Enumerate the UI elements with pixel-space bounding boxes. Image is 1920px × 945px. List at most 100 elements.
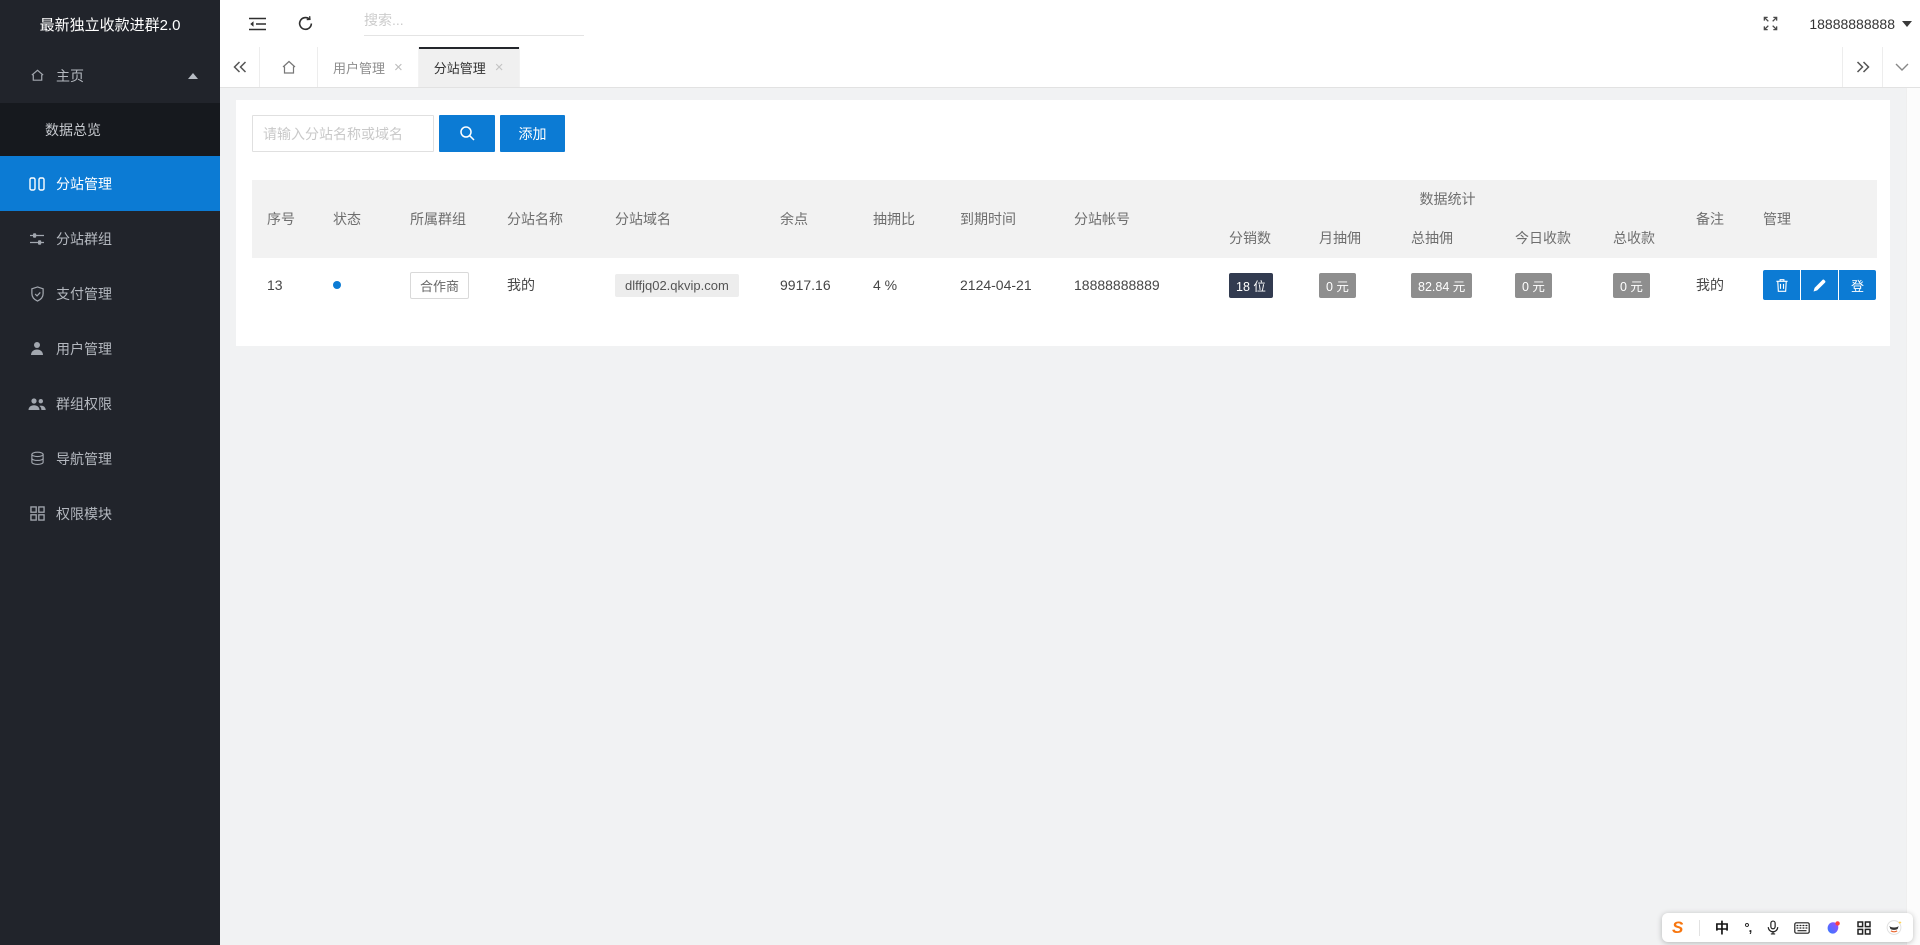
ime-toolbar: S 中 °, <box>1662 913 1913 942</box>
cell-commission-rate: 4 % <box>873 277 898 293</box>
topbar-search-input[interactable] <box>364 11 584 28</box>
sidebar-item-permission-modules[interactable]: 权限模块 <box>0 486 220 541</box>
domain-tag[interactable]: dlffjq02.qkvip.com <box>615 273 739 297</box>
cell-remark: 我的 <box>1696 277 1724 293</box>
login-button[interactable]: 登 <box>1839 270 1876 300</box>
tab-user-management[interactable]: 用户管理 × <box>318 47 419 87</box>
cell-month-commission: 0 元 <box>1304 272 1396 298</box>
topbar-right: 18888888888 <box>1762 15 1920 32</box>
close-icon[interactable]: × <box>495 60 504 75</box>
tab-home[interactable] <box>260 47 318 87</box>
col-header: 备注 <box>1696 211 1724 227</box>
col-header: 分站帐号 <box>1074 211 1130 227</box>
cell-status <box>318 281 395 289</box>
cell-total-commission: 82.84 元 <box>1396 272 1500 298</box>
refresh-icon[interactable] <box>297 15 314 32</box>
sidebar-item-payment[interactable]: 支付管理 <box>0 266 220 321</box>
ime-punctuation-icon[interactable]: °, <box>1744 921 1752 934</box>
keyboard-icon[interactable] <box>1794 921 1810 934</box>
sidebar-item-label: 导航管理 <box>56 450 112 467</box>
col-header: 状态 <box>333 211 361 227</box>
collapse-sidebar-icon[interactable] <box>248 16 267 32</box>
username: 18888888888 <box>1809 15 1895 32</box>
tab-label: 分站管理 <box>433 60 486 76</box>
col-header: 分站名称 <box>507 211 563 227</box>
sidebar-item-label: 群组权限 <box>56 395 112 412</box>
col-header: 月抽佣 <box>1319 230 1361 246</box>
sidebar: 最新独立收款进群2.0 主页 数据总览 分站管理 分站群组 支付管理 用户管理 … <box>0 0 220 945</box>
tabbar: 用户管理 × 分站管理 × <box>220 47 1920 88</box>
total-income-badge: 0 元 <box>1613 272 1650 298</box>
tabs-scroll-left-button[interactable] <box>220 47 260 87</box>
tab-label: 用户管理 <box>333 60 386 76</box>
sidebar-item-site-management[interactable]: 分站管理 <box>0 156 220 211</box>
sidebar-item-label: 支付管理 <box>56 285 112 302</box>
tabs-scroll-right-button[interactable] <box>1842 47 1882 87</box>
col-header: 今日收款 <box>1515 230 1571 246</box>
cell-site-name: 我的 <box>507 277 535 293</box>
topbar-search <box>364 11 584 36</box>
ime-language-mode[interactable]: 中 <box>1715 921 1729 935</box>
group-tag: 合作商 <box>410 271 470 299</box>
col-header: 分销数 <box>1229 230 1271 246</box>
close-icon[interactable]: × <box>394 60 403 75</box>
sidebar-item-label: 分站群组 <box>56 230 112 247</box>
sidebar-item-site-groups[interactable]: 分站群组 <box>0 211 220 266</box>
shield-check-icon <box>26 285 48 302</box>
tab-site-management[interactable]: 分站管理 × <box>418 47 520 87</box>
tabbar-spacer <box>520 47 1842 87</box>
col-header: 总收款 <box>1613 230 1655 246</box>
cell-group: 合作商 <box>395 271 492 299</box>
cell-account: 18888888889 <box>1074 277 1160 293</box>
sites-table: 序号 状态 所属群组 分站名称 分站域名 余点 抽拥比 到期时间 分站帐号 数据… <box>252 180 1877 312</box>
skin-blob-icon[interactable] <box>1825 920 1841 936</box>
table-row: 13 合作商 我的 dlffjq02.qkvip.com 9917.16 4 %… <box>252 258 1877 312</box>
total-commission-badge: 82.84 元 <box>1411 272 1473 298</box>
group-header-statistics: 数据统计 <box>1419 191 1476 207</box>
sidebar-item-data-overview[interactable]: 数据总览 <box>0 103 220 156</box>
caret-down-icon <box>1902 20 1912 27</box>
sidebar-item-navigation[interactable]: 导航管理 <box>0 431 220 486</box>
cell-distributors: 18 位 <box>1214 272 1304 298</box>
site-filter-input[interactable] <box>252 115 434 152</box>
tabs-menu-button[interactable] <box>1882 47 1920 87</box>
sidebar-item-group-permissions[interactable]: 群组权限 <box>0 376 220 431</box>
users-icon <box>26 397 48 411</box>
content-panel: 添加 序号 状态 所属群组 分站名称 分站域名 余点 抽拥比 到期时间 分站帐号… <box>236 100 1890 346</box>
table-header: 序号 状态 所属群组 分站名称 分站域名 余点 抽拥比 到期时间 分站帐号 数据… <box>252 180 1877 258</box>
cell-today-income: 0 元 <box>1500 272 1598 298</box>
fullscreen-icon[interactable] <box>1762 15 1779 32</box>
scrollbar-track[interactable] <box>1906 88 1920 945</box>
sogou-logo-icon[interactable]: S <box>1672 919 1683 936</box>
cell-domain: dlffjq02.qkvip.com <box>600 273 765 297</box>
emoji-face-icon[interactable] <box>1886 919 1903 936</box>
columns-icon <box>26 176 48 191</box>
sidebar-item-users[interactable]: 用户管理 <box>0 321 220 376</box>
user-menu[interactable]: 18888888888 <box>1809 16 1912 32</box>
distributors-badge: 18 位 <box>1229 272 1273 298</box>
caret-up-icon <box>188 72 198 79</box>
sidebar-item-label: 用户管理 <box>56 340 112 357</box>
sidebar-item-home[interactable]: 主页 <box>0 48 220 103</box>
today-income-badge: 0 元 <box>1515 272 1552 298</box>
edit-button[interactable] <box>1801 270 1838 300</box>
col-header: 总抽佣 <box>1411 230 1453 246</box>
row-actions: 登 <box>1763 270 1876 300</box>
cell-actions: 登 <box>1748 270 1877 300</box>
apps-grid-icon[interactable] <box>1856 920 1871 935</box>
status-dot <box>333 281 341 289</box>
search-icon <box>459 126 475 141</box>
cell-balance: 9917.16 <box>780 277 831 293</box>
col-header: 抽拥比 <box>873 211 915 227</box>
sidebar-item-label: 权限模块 <box>56 505 112 522</box>
sliders-icon <box>26 232 48 246</box>
add-button[interactable]: 添加 <box>500 115 565 152</box>
modules-icon <box>26 506 48 521</box>
search-button[interactable] <box>439 115 495 152</box>
delete-button[interactable] <box>1763 270 1800 300</box>
microphone-icon[interactable] <box>1767 920 1779 935</box>
col-header: 所属群组 <box>410 211 466 227</box>
cell-id: 13 <box>267 277 283 293</box>
app-title: 最新独立收款进群2.0 <box>39 16 181 34</box>
home-icon <box>26 68 48 83</box>
